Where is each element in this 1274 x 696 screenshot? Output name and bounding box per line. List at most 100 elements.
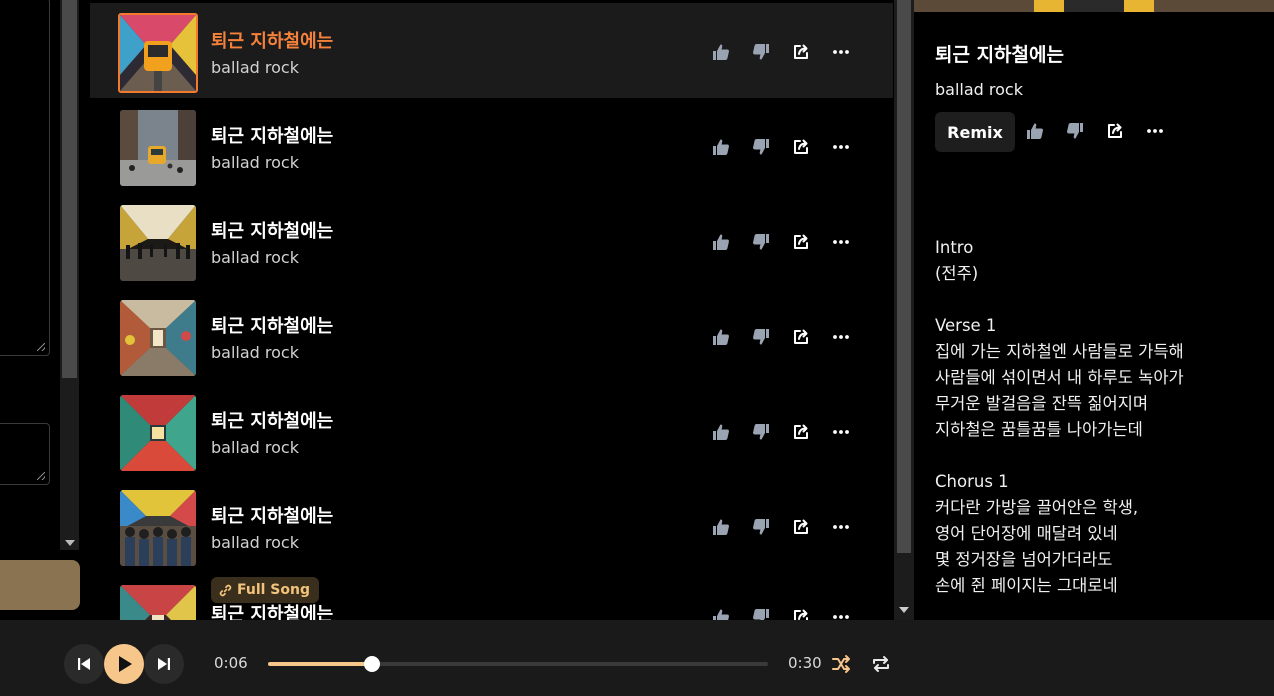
share-button[interactable] xyxy=(790,41,812,63)
like-button[interactable] xyxy=(710,516,732,538)
song-title[interactable]: 퇴근 지하철에는 xyxy=(211,502,333,528)
shuffle-icon xyxy=(832,655,850,673)
song-title[interactable]: 퇴근 지하철에는 xyxy=(211,27,333,53)
player-bar: 0:06 0:30 xyxy=(0,620,1274,696)
song-title[interactable]: 퇴근 지하철에는 xyxy=(211,217,333,243)
more-options-button[interactable] xyxy=(830,516,852,538)
share-button[interactable] xyxy=(790,606,812,620)
resize-handle[interactable] xyxy=(37,343,45,351)
more-options-button[interactable] xyxy=(830,421,852,443)
previous-button[interactable] xyxy=(64,644,104,684)
song-tags[interactable]: ballad rock xyxy=(211,58,299,77)
like-button[interactable] xyxy=(710,606,732,620)
link-icon xyxy=(219,584,232,596)
song-actions xyxy=(710,41,860,65)
song-row[interactable]: 퇴근 지하철에는 ballad rock xyxy=(90,288,893,383)
share-button[interactable] xyxy=(790,231,812,253)
share-icon xyxy=(794,44,808,59)
skip-previous-icon xyxy=(78,658,90,670)
song-cover-thumbnail[interactable] xyxy=(120,395,196,471)
song-cover-thumbnail[interactable] xyxy=(120,585,196,620)
share-button[interactable] xyxy=(790,136,812,158)
like-button[interactable] xyxy=(710,231,732,253)
song-tags[interactable]: ballad rock xyxy=(211,248,299,267)
total-time: 0:30 xyxy=(788,654,822,672)
share-button[interactable] xyxy=(790,516,812,538)
song-title[interactable]: 퇴근 지하철에는 xyxy=(211,122,333,148)
progress-knob[interactable] xyxy=(364,656,380,672)
song-tags[interactable]: ballad rock xyxy=(211,533,299,552)
song-title[interactable]: 퇴근 지하철에는 xyxy=(211,600,333,620)
more-options-button[interactable] xyxy=(830,136,852,158)
share-icon xyxy=(794,234,808,249)
song-tags[interactable]: ballad rock xyxy=(211,343,299,362)
thumbs-up-icon xyxy=(713,44,729,60)
style-textarea[interactable] xyxy=(0,423,50,485)
like-button[interactable] xyxy=(710,41,732,63)
share-button[interactable] xyxy=(1104,120,1126,142)
song-list-scrollbar[interactable] xyxy=(894,0,914,620)
more-options-button[interactable] xyxy=(1144,120,1166,142)
song-actions xyxy=(710,606,860,620)
song-row[interactable]: 퇴근 지하철에는 ballad rock xyxy=(90,478,893,573)
like-button[interactable] xyxy=(710,136,732,158)
song-cover-thumbnail[interactable] xyxy=(120,110,196,186)
lyrics-textarea[interactable] xyxy=(0,0,50,356)
more-options-button[interactable] xyxy=(830,41,852,63)
more-icon xyxy=(833,145,849,149)
dislike-button[interactable] xyxy=(750,606,772,620)
song-actions xyxy=(710,231,860,255)
song-title[interactable]: 퇴근 지하철에는 xyxy=(211,407,333,433)
song-row[interactable]: 퇴근 지하철에는 ballad rock xyxy=(90,193,893,288)
song-row[interactable]: 퇴근 지하철에는 ballad rock xyxy=(90,383,893,478)
scroll-down-arrow-icon[interactable] xyxy=(899,607,909,613)
remix-button[interactable]: Remix xyxy=(935,112,1015,152)
dislike-button[interactable] xyxy=(750,326,772,348)
more-options-button[interactable] xyxy=(830,606,852,620)
play-button[interactable] xyxy=(104,644,144,684)
song-cover-thumbnail[interactable] xyxy=(120,490,196,566)
scroll-down-arrow-icon[interactable] xyxy=(65,540,75,546)
share-icon xyxy=(794,329,808,344)
song-list-scroll-thumb[interactable] xyxy=(897,0,911,553)
share-icon xyxy=(1108,123,1122,138)
dislike-button[interactable] xyxy=(750,421,772,443)
next-button[interactable] xyxy=(144,644,184,684)
left-scrollbar[interactable] xyxy=(60,0,79,550)
song-tags[interactable]: ballad rock xyxy=(211,438,299,457)
left-scroll-thumb[interactable] xyxy=(62,0,77,378)
dislike-button[interactable] xyxy=(750,136,772,158)
like-button[interactable] xyxy=(710,421,732,443)
song-cover-thumbnail[interactable] xyxy=(118,13,198,93)
song-cover-thumbnail[interactable] xyxy=(120,300,196,376)
song-cover-thumbnail[interactable] xyxy=(120,205,196,281)
like-button[interactable] xyxy=(1024,120,1046,142)
play-icon xyxy=(119,656,132,672)
song-row[interactable]: Full Song 퇴근 지하철에는 xyxy=(90,573,893,620)
song-list: 퇴근 지하철에는 ballad rock 퇴근 지하철에는 ballad rock 퇴근… xyxy=(90,0,894,620)
thumbs-up-icon xyxy=(713,519,729,535)
song-title[interactable]: 퇴근 지하철에는 xyxy=(211,312,333,338)
song-row[interactable]: 퇴근 지하철에는 ballad rock xyxy=(90,98,893,193)
dislike-button[interactable] xyxy=(750,231,772,253)
dislike-button[interactable] xyxy=(750,41,772,63)
more-icon xyxy=(833,615,849,619)
dislike-button[interactable] xyxy=(1064,120,1086,142)
share-button[interactable] xyxy=(790,326,812,348)
create-button[interactable] xyxy=(0,560,80,610)
thumbs-down-icon xyxy=(753,139,769,155)
song-detail-panel: 퇴근 지하철에는 ballad rock Remix Intro (전주) Ve… xyxy=(914,0,1274,620)
shuffle-button[interactable] xyxy=(830,653,852,675)
song-tags[interactable]: ballad rock xyxy=(211,153,299,172)
dislike-button[interactable] xyxy=(750,516,772,538)
song-row[interactable]: 퇴근 지하철에는 ballad rock xyxy=(90,3,893,98)
more-options-button[interactable] xyxy=(830,231,852,253)
like-button[interactable] xyxy=(710,326,732,348)
resize-handle[interactable] xyxy=(37,472,45,480)
song-actions xyxy=(710,136,860,160)
repeat-button[interactable] xyxy=(870,653,892,675)
detail-tags[interactable]: ballad rock xyxy=(935,80,1023,99)
more-options-button[interactable] xyxy=(830,326,852,348)
share-button[interactable] xyxy=(790,421,812,443)
progress-slider[interactable] xyxy=(268,656,768,672)
